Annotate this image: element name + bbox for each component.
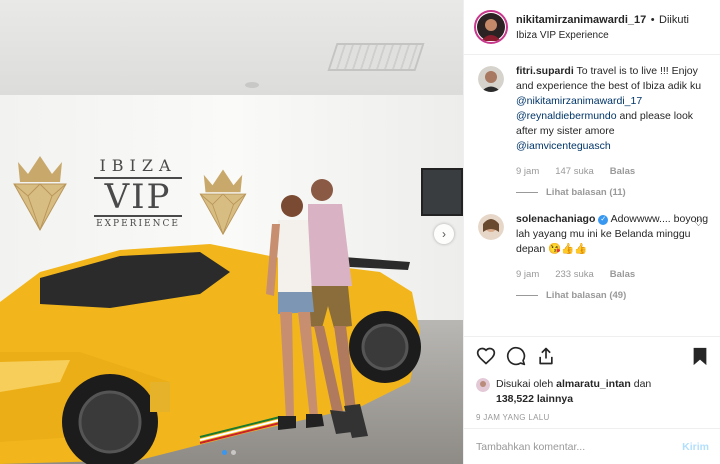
likes-count[interactable]: 138,522 lainnya: [496, 393, 573, 405]
crown-diamond-logo-left: [13, 156, 67, 232]
ceiling-light: [245, 82, 259, 88]
reply-button[interactable]: Balas: [610, 166, 635, 177]
instagram-post: IBIZA VIP EXPERIENCE › nikitamirzanimawa…: [0, 0, 720, 464]
bookmark-saved-icon[interactable]: [691, 346, 709, 366]
post-photo[interactable]: IBIZA VIP EXPERIENCE ›: [0, 0, 463, 464]
post-side-panel: nikitamirzanimawardi_17 • Diikuti Ibiza …: [463, 0, 720, 464]
replies-divider: [516, 295, 538, 296]
ceiling-vent: [327, 43, 425, 71]
author-avatar[interactable]: [474, 10, 508, 44]
comment-item: fitri.supardi To travel is to live !!! E…: [464, 64, 720, 198]
comment-meta: 9 jam 233 suka Balas: [516, 269, 709, 280]
comment-text: solenachaniago ✓ Adowwww.... boyong lah …: [516, 212, 709, 257]
post-header: nikitamirzanimawardi_17 • Diikuti Ibiza …: [464, 0, 720, 55]
post-location[interactable]: Ibiza VIP Experience: [516, 28, 689, 43]
following-button[interactable]: Diikuti: [659, 14, 689, 26]
liker-username[interactable]: almaratu_intan: [556, 378, 631, 390]
comment-likes[interactable]: 147 suka: [555, 166, 594, 177]
commenter-avatar[interactable]: [478, 66, 504, 92]
comment-text: fitri.supardi To travel is to live !!! E…: [516, 64, 709, 154]
mention-link[interactable]: @nikitamirzanimawardi_17: [516, 95, 642, 107]
share-icon[interactable]: [536, 346, 556, 366]
author-avatar-image: [477, 13, 505, 41]
couple-figures: [266, 179, 368, 438]
comment-item: ♡ solenachaniago ✓ Adowwww.... boyong la…: [464, 212, 720, 301]
view-replies-button[interactable]: Lihat balasan (11): [516, 187, 709, 198]
carousel-indicator: [222, 450, 236, 455]
replies-divider: [516, 192, 538, 193]
verified-badge-icon: ✓: [598, 215, 609, 225]
sign-mid-text: VIP: [94, 177, 182, 217]
post-timestamp[interactable]: 9 JAM YANG LALU: [476, 413, 709, 422]
likes-connector: dan: [633, 378, 652, 390]
like-heart-icon[interactable]: [476, 346, 496, 366]
view-replies-button[interactable]: Lihat balasan (49): [516, 290, 709, 301]
sign-bottom-text: EXPERIENCE: [96, 219, 180, 229]
wall-screen: [421, 168, 463, 216]
header-text: nikitamirzanimawardi_17 • Diikuti Ibiza …: [516, 11, 689, 43]
like-comment-heart-icon[interactable]: ♡: [694, 218, 703, 229]
reply-button[interactable]: Balas: [610, 269, 635, 280]
liker-avatar-image: [476, 378, 490, 392]
action-buttons: [476, 345, 709, 367]
sign-top-text: IBIZA: [99, 156, 177, 175]
mention-link[interactable]: @reynaldiebermundo: [516, 110, 617, 122]
post-actions: Disukai oleh almaratu_intan dan 138,522 …: [464, 336, 720, 422]
comments-list: fitri.supardi To travel is to live !!! E…: [464, 64, 720, 332]
comment-time[interactable]: 9 jam: [516, 166, 539, 177]
author-username[interactable]: nikitamirzanimawardi_17: [516, 14, 646, 26]
next-photo-button[interactable]: ›: [434, 224, 454, 244]
mention-link[interactable]: @iamvicenteguasch: [516, 140, 611, 152]
comment-meta: 9 jam 147 suka Balas: [516, 166, 709, 177]
chevron-right-icon: ›: [442, 227, 446, 241]
add-comment-bar: Kirim: [464, 428, 720, 464]
post-comment-button[interactable]: Kirim: [682, 441, 709, 453]
comment-bubble-icon[interactable]: [506, 346, 526, 366]
ibiza-vip-sign: IBIZA VIP EXPERIENCE: [88, 156, 188, 229]
header-separator: •: [650, 14, 655, 26]
likes-summary: Disukai oleh almaratu_intan dan 138,522 …: [476, 377, 709, 407]
view-replies-label: Lihat balasan (49): [546, 290, 627, 301]
commenter-avatar-image: [478, 66, 504, 92]
commenter-username[interactable]: fitri.supardi: [516, 65, 574, 77]
carousel-dot-1: [222, 450, 227, 455]
comment-input[interactable]: [476, 440, 683, 453]
comment-time[interactable]: 9 jam: [516, 269, 539, 280]
likes-prefix: Disukai oleh: [496, 378, 554, 390]
comment-likes[interactable]: 233 suka: [555, 269, 594, 280]
carousel-dot-2: [231, 450, 236, 455]
commenter-username[interactable]: solenachaniago: [516, 213, 595, 225]
commenter-avatar[interactable]: [478, 214, 504, 240]
commenter-avatar-image: [478, 214, 504, 240]
likes-text: Disukai oleh almaratu_intan dan 138,522 …: [496, 377, 651, 407]
crown-diamond-logo-right: [199, 169, 247, 236]
liker-avatar[interactable]: [476, 378, 490, 392]
view-replies-label: Lihat balasan (11): [546, 187, 626, 198]
